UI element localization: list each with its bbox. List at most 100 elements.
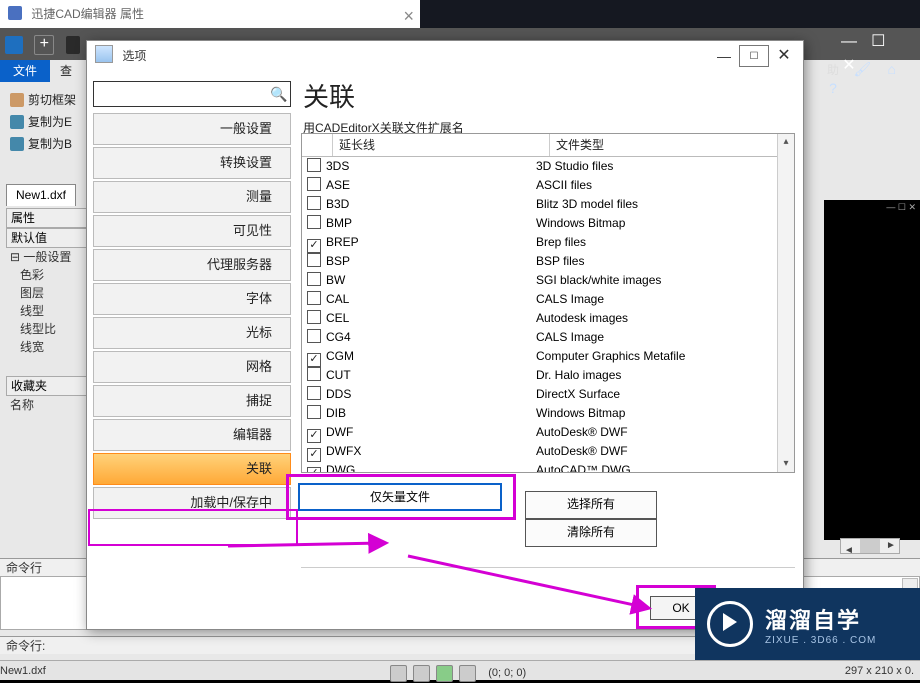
tool-crop-frame[interactable]: 剪切框架	[10, 90, 82, 110]
checkbox[interactable]	[307, 253, 321, 267]
app-dialog-close-icon[interactable]: ×	[403, 2, 414, 30]
help-label: 助	[824, 61, 842, 79]
category-捕捉[interactable]: 捕捉	[93, 385, 291, 417]
table-row[interactable]: CGMComputer Graphics Metafile	[302, 347, 794, 366]
checkbox[interactable]	[307, 272, 321, 286]
checkbox[interactable]	[307, 177, 321, 191]
document-tab[interactable]: New1.dxf	[6, 184, 76, 206]
table-row[interactable]: ASEASCII files	[302, 176, 794, 195]
prop-linetype[interactable]: 线型	[6, 302, 88, 320]
table-row[interactable]: CUTDr. Halo images	[302, 366, 794, 385]
checkbox[interactable]	[307, 239, 321, 253]
checkbox[interactable]	[307, 329, 321, 343]
table-row[interactable]: CG4CALS Image	[302, 328, 794, 347]
scroll-up-icon[interactable]: ▴	[778, 134, 794, 150]
tool-copy-as-b[interactable]: 复制为B	[10, 134, 82, 154]
prop-lineweight[interactable]: 线宽	[6, 338, 88, 356]
table-row[interactable]: 3DS3D Studio files	[302, 157, 794, 176]
category-加载中/保存中[interactable]: 加载中/保存中	[93, 487, 291, 519]
dialog-maximize-button[interactable]: ☐	[739, 45, 769, 67]
tab-truncated[interactable]: 查	[60, 60, 85, 82]
category-测量[interactable]: 测量	[93, 181, 291, 213]
category-关联[interactable]: 关联	[93, 453, 291, 485]
clear-all-button[interactable]: 清除所有	[525, 519, 657, 547]
table-row[interactable]: DWFAutoDesk® DWF	[302, 423, 794, 442]
main-maximize-button[interactable]: ☐	[865, 31, 891, 55]
table-row[interactable]: DWFXAutoDesk® DWF	[302, 442, 794, 461]
vector-only-button[interactable]: 仅矢量文件	[298, 483, 502, 511]
col-filetype[interactable]: 文件类型	[550, 134, 794, 156]
select-all-button[interactable]: 选择所有	[525, 491, 657, 519]
category-一般设置[interactable]: 一般设置	[93, 113, 291, 145]
category-转换设置[interactable]: 转换设置	[93, 147, 291, 179]
table-row[interactable]: B3DBlitz 3D model files	[302, 195, 794, 214]
category-网格[interactable]: 网格	[93, 351, 291, 383]
scroll-thumb[interactable]	[860, 539, 880, 553]
prop-ltscale[interactable]: 线型比	[6, 320, 88, 338]
category-代理服务器[interactable]: 代理服务器	[93, 249, 291, 281]
cell-type: 3D Studio files	[536, 157, 794, 176]
category-编辑器[interactable]: 编辑器	[93, 419, 291, 451]
ortho-icon[interactable]	[436, 665, 453, 682]
table-row[interactable]: CALCALS Image	[302, 290, 794, 309]
panel-properties-header[interactable]: 属性	[6, 208, 88, 228]
checkbox[interactable]	[307, 367, 321, 381]
dialog-close-button[interactable]: ✕	[769, 45, 799, 67]
search-input[interactable]	[94, 82, 272, 106]
category-光标[interactable]: 光标	[93, 317, 291, 349]
category-字体[interactable]: 字体	[93, 283, 291, 315]
file-tab-button[interactable]: 文件	[0, 60, 50, 82]
new-tab-button[interactable]: +	[34, 35, 54, 55]
panel-favorites-header[interactable]: 收藏夹	[6, 376, 88, 396]
checkbox[interactable]	[307, 291, 321, 305]
cell-ext: ASE	[326, 176, 536, 195]
search-icon[interactable]: 🔍	[270, 86, 286, 102]
checkbox[interactable]	[307, 353, 321, 367]
table-row[interactable]: DWGAutoCAD™ DWG	[302, 461, 794, 473]
category-search[interactable]: 🔍	[93, 81, 291, 107]
scroll-down-icon[interactable]: ▾	[778, 456, 794, 472]
prop-group-general[interactable]: ⊟ 一般设置	[6, 248, 88, 266]
dialog-minimize-button[interactable]: —	[709, 45, 739, 67]
paint-icon[interactable]: 🖌	[853, 60, 871, 78]
col-extension[interactable]: 延长线	[333, 134, 550, 156]
dialog-titlebar[interactable]: 选项	[87, 41, 803, 71]
horizontal-scrollbar[interactable]: ◄ ►	[840, 538, 900, 554]
table-row[interactable]: DDSDirectX Surface	[302, 385, 794, 404]
checkbox[interactable]	[307, 429, 321, 443]
table-row[interactable]: BSPBSP files	[302, 252, 794, 271]
table-row[interactable]: BMPWindows Bitmap	[302, 214, 794, 233]
watermark: 溜溜自学 ZIXUE . 3D66 . COM	[695, 588, 920, 660]
checkbox[interactable]	[307, 215, 321, 229]
prop-color[interactable]: 色彩	[6, 266, 88, 284]
checkbox[interactable]	[307, 405, 321, 419]
scroll-left-icon[interactable]: ◄	[841, 544, 857, 558]
home-icon[interactable]: ⌂	[883, 60, 901, 78]
table-row[interactable]: CELAutodesk images	[302, 309, 794, 328]
cell-type: CALS Image	[536, 290, 794, 309]
checkbox[interactable]	[307, 467, 321, 473]
panel-default-header[interactable]: 默认值	[6, 228, 88, 248]
checkbox[interactable]	[307, 448, 321, 462]
measure-icon[interactable]	[459, 665, 476, 682]
main-minimize-button[interactable]: —	[836, 31, 862, 55]
table-scrollbar[interactable]: ▴ ▾	[777, 134, 794, 472]
table-row[interactable]: BWSGI black/white images	[302, 271, 794, 290]
watermark-title: 溜溜自学	[765, 603, 876, 635]
checkbox[interactable]	[307, 310, 321, 324]
table-row[interactable]: DIBWindows Bitmap	[302, 404, 794, 423]
preview-window-controls[interactable]: — ☐ ✕	[886, 202, 916, 213]
checkbox[interactable]	[307, 386, 321, 400]
toolbar-icon[interactable]	[66, 36, 80, 54]
category-可见性[interactable]: 可见性	[93, 215, 291, 247]
help-icon[interactable]: ?	[824, 79, 842, 97]
table-row[interactable]: BREPBrep files	[302, 233, 794, 252]
scroll-right-icon[interactable]: ►	[883, 539, 899, 553]
snap-icon[interactable]	[413, 665, 430, 682]
grid-icon[interactable]	[390, 665, 407, 682]
tool-copy-as-e[interactable]: 复制为E	[10, 112, 82, 132]
checkbox[interactable]	[307, 158, 321, 172]
checkbox[interactable]	[307, 196, 321, 210]
prop-layer[interactable]: 图层	[6, 284, 88, 302]
cell-type: ASCII files	[536, 176, 794, 195]
